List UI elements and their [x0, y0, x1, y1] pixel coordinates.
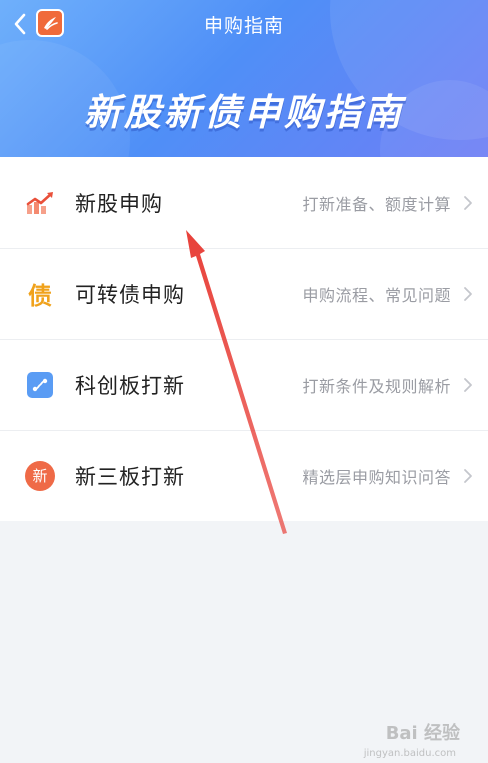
page: 申购指南 新股新债申购指南 新股申购 打新准备、额度计算 债 可转债申购 申购流…: [0, 0, 488, 763]
list-item-neeq[interactable]: 新 新三板打新 精选层申购知识问答: [0, 430, 488, 521]
guide-list: 新股申购 打新准备、额度计算 债 可转债申购 申购流程、常见问题 科创板打新 打…: [0, 157, 488, 521]
chevron-right-icon: [462, 194, 474, 212]
list-item-label: 新三板打新: [75, 464, 185, 489]
list-item-desc: 打新条件及规则解析: [302, 376, 451, 396]
list-item-desc: 精选层申购知识问答: [302, 467, 451, 487]
watermark-url: jingyan.baidu.com: [363, 748, 456, 759]
watermark-text: Bai 经验: [385, 723, 460, 744]
list-item-convertible-bond[interactable]: 债 可转债申购 申购流程、常见问题: [0, 248, 488, 339]
bond-icon: 债: [25, 279, 55, 310]
banner-title: 新股新债申购指南: [84, 91, 404, 134]
chevron-right-icon: [462, 285, 474, 303]
list-item-star-market[interactable]: 科创板打新 打新条件及规则解析: [0, 339, 488, 430]
chevron-right-icon: [462, 376, 474, 394]
list-item-ipo-subscription[interactable]: 新股申购 打新准备、额度计算: [0, 157, 488, 248]
top-bar: 申购指南: [0, 0, 488, 48]
page-title: 申购指南: [203, 15, 284, 37]
list-item-label: 科创板打新: [75, 373, 185, 398]
chevron-right-icon: [462, 467, 474, 485]
watermark: Bai 经验: [386, 719, 460, 745]
trend-chart-icon: [25, 188, 55, 218]
header-banner: 申购指南 新股新债申购指南: [0, 0, 488, 157]
list-item-desc: 打新准备、额度计算: [302, 194, 451, 214]
list-item-label: 可转债申购: [75, 282, 185, 307]
star-board-icon: [25, 370, 55, 400]
list-item-desc: 申购流程、常见问题: [302, 285, 451, 305]
new-badge-icon: 新: [25, 460, 55, 491]
bond-icon-glyph: 债: [28, 282, 52, 310]
list-item-label: 新股申购: [75, 191, 163, 216]
new-badge-glyph: 新: [25, 460, 55, 491]
